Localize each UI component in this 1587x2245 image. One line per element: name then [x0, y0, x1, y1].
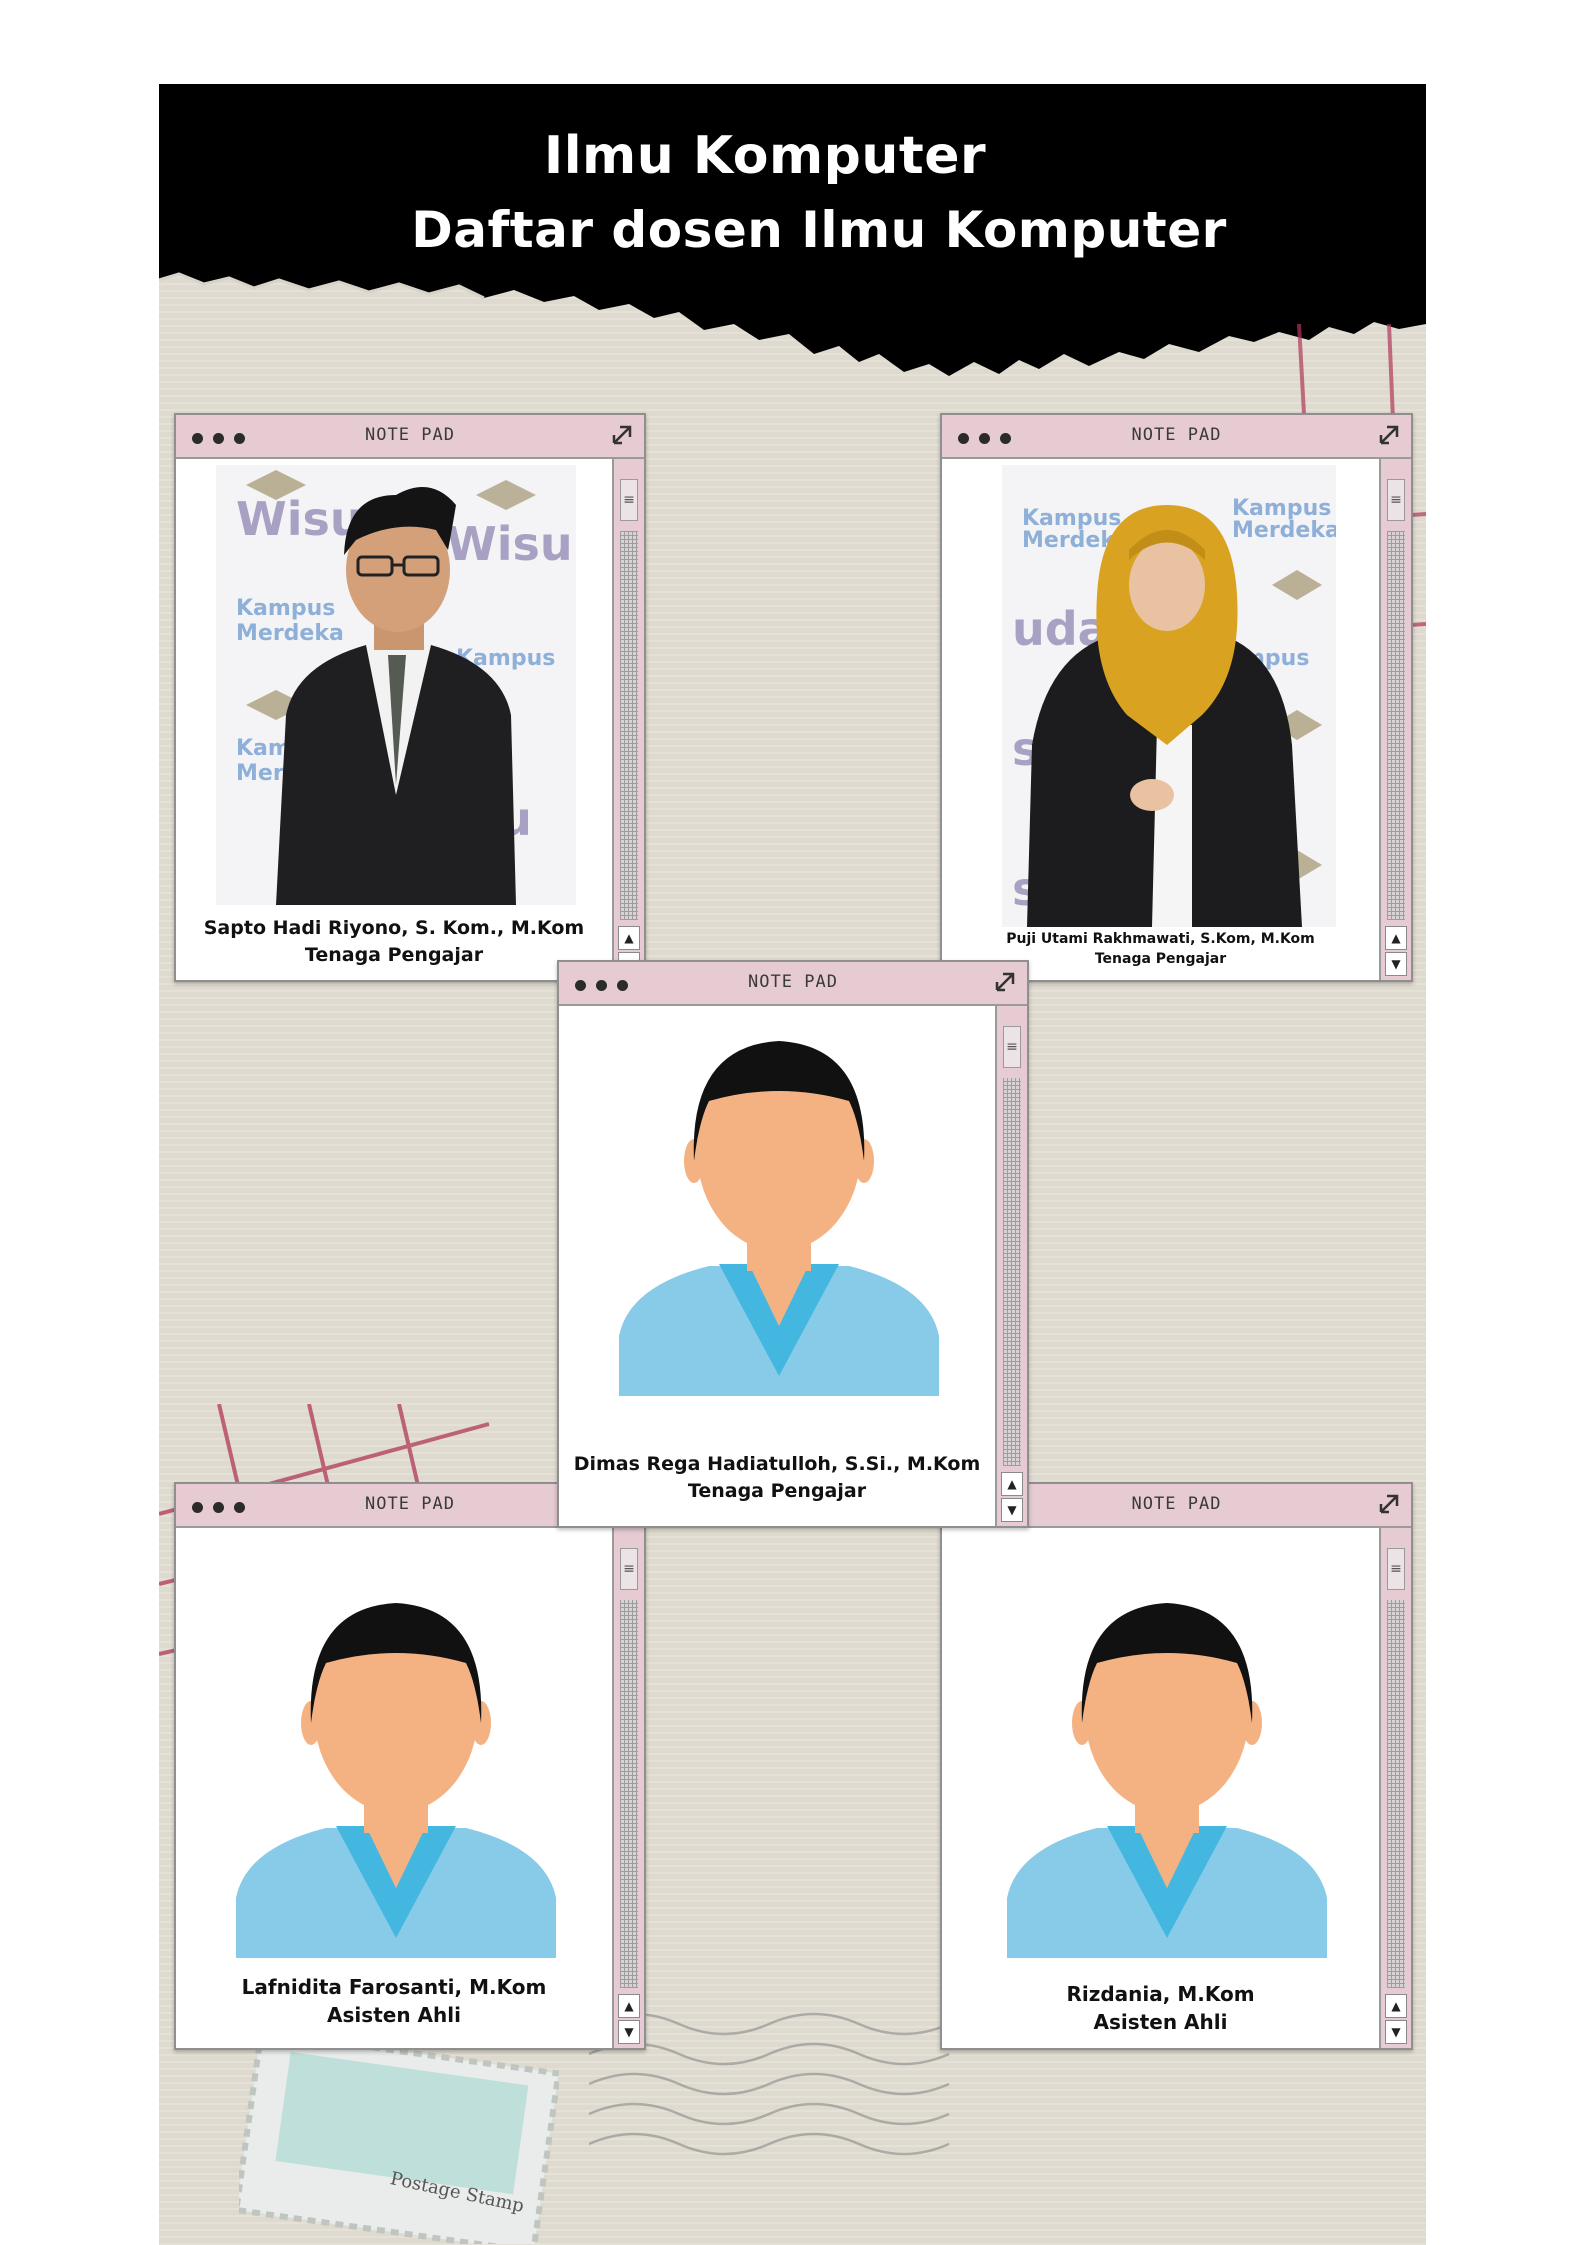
lecturer-photo: Kampus Merdeka Kampus Merdeka uda mpus s… — [1002, 465, 1336, 927]
vertical-scrollbar[interactable]: ≡ ▲ ▼ — [1379, 1528, 1411, 2048]
vertical-scrollbar[interactable]: ≡ ▲ ▼ — [612, 1528, 644, 2048]
notepad-window-3: NOTE PAD Dimas Rega Hadiatulloh, S.Si., … — [557, 960, 1029, 1528]
lecturer-role: Asisten Ahli — [327, 2003, 461, 2027]
svg-text:Wisu: Wisu — [236, 492, 363, 546]
window-title: NOTE PAD — [748, 972, 838, 992]
scrollbar-track[interactable] — [1003, 1078, 1021, 1466]
svg-text:Wisu: Wisu — [446, 517, 573, 571]
page-title: Ilmu Komputer — [543, 126, 987, 186]
lecturer-name: Dimas Rega Hadiatulloh, S.Si., M.Kom — [573, 1453, 981, 1475]
lecturer-name: Sapto Hadi Riyono, S. Kom., M.Kom — [203, 917, 585, 939]
notepad-window-2: NOTE PAD Kampus Merdeka Kampus Merdeka u… — [940, 413, 1413, 982]
expand-arrow-icon[interactable] — [991, 968, 1019, 996]
scrollbar-track[interactable] — [1387, 531, 1405, 920]
arrow-down-icon[interactable]: ▼ — [1001, 1498, 1023, 1522]
svg-text:Merdeka: Merdeka — [1232, 518, 1336, 543]
lecturer-caption: Sapto Hadi Riyono, S. Kom., M.Kom Tenaga… — [176, 915, 612, 968]
arrow-down-icon[interactable]: ▼ — [1385, 952, 1407, 976]
vertical-scrollbar[interactable]: ≡ ▲ ▼ — [995, 1006, 1027, 1526]
lecturer-caption: Lafnidita Farosanti, M.Kom Asisten Ahli — [176, 1973, 612, 2029]
expand-arrow-icon[interactable] — [608, 421, 636, 449]
window-title: NOTE PAD — [365, 425, 455, 445]
window-content: Rizdania, M.Kom Asisten Ahli — [942, 1528, 1379, 2048]
poster-page: Ilmu Komputer Daftar dosen Ilmu Komputer… — [159, 84, 1426, 2245]
page-subtitle: Daftar dosen Ilmu Komputer — [411, 201, 1227, 259]
expand-arrow-icon[interactable] — [1375, 421, 1403, 449]
window-title: NOTE PAD — [1131, 425, 1222, 445]
window-titlebar[interactable]: NOTE PAD — [942, 415, 1411, 459]
svg-text:Merdeka: Merdeka — [236, 621, 344, 646]
lecturer-caption: Rizdania, M.Kom Asisten Ahli — [942, 1980, 1379, 2036]
arrow-up-icon[interactable]: ▲ — [1385, 1994, 1407, 2018]
vertical-scrollbar[interactable]: ≡ ▲ ▼ — [1379, 459, 1411, 980]
lecturer-caption: Dimas Rega Hadiatulloh, S.Si., M.Kom Ten… — [559, 1451, 995, 1504]
lecturer-role: Asisten Ahli — [1093, 2010, 1228, 2034]
lecturer-photo: Wisu Wisu Kampus Merdeka Kampus Kampus M… — [216, 465, 576, 905]
grip-lines-icon[interactable]: ≡ — [620, 1548, 638, 1590]
window-titlebar[interactable]: NOTE PAD — [559, 962, 1027, 1006]
arrow-up-icon[interactable]: ▲ — [618, 926, 640, 950]
notepad-window-5: NOTE PAD Rizdania, M.Kom Asisten Ahli ≡ — [940, 1482, 1413, 2050]
postage-stamp: Postage Stamp — [232, 2028, 562, 2245]
scrollbar-track[interactable] — [1387, 1600, 1405, 1988]
avatar-placeholder-icon — [1007, 1603, 1327, 1958]
window-content: Kampus Merdeka Kampus Merdeka uda mpus s… — [942, 459, 1379, 980]
expand-arrow-icon[interactable] — [1375, 1490, 1403, 1518]
grip-lines-icon[interactable]: ≡ — [1387, 1548, 1405, 1590]
window-content: Wisu Wisu Kampus Merdeka Kampus Kampus M… — [176, 459, 612, 980]
vertical-scrollbar[interactable]: ≡ ▲ ▼ — [612, 459, 644, 980]
arrow-down-icon[interactable]: ▼ — [1385, 2020, 1407, 2044]
window-titlebar[interactable]: NOTE PAD — [176, 415, 644, 459]
avatar-placeholder-icon — [236, 1603, 556, 1958]
scrollbar-track[interactable] — [620, 531, 638, 920]
arrow-down-icon[interactable]: ▼ — [618, 2020, 640, 2044]
arrow-up-icon[interactable]: ▲ — [1001, 1472, 1023, 1496]
grip-lines-icon[interactable]: ≡ — [620, 479, 638, 521]
svg-text:Kampus: Kampus — [236, 596, 335, 621]
window-content: Dimas Rega Hadiatulloh, S.Si., M.Kom Ten… — [559, 1006, 995, 1526]
notepad-window-4: NOTE PAD Lafnidita Farosanti, M.Kom Asis… — [174, 1482, 646, 2050]
grip-lines-icon[interactable]: ≡ — [1387, 479, 1405, 521]
lecturer-name: Rizdania, M.Kom — [1066, 1982, 1255, 2006]
scrollbar-track[interactable] — [620, 1600, 638, 1988]
postmark-lines — [589, 2012, 950, 2156]
lecturer-name: Lafnidita Farosanti, M.Kom — [241, 1975, 547, 1999]
arrow-up-icon[interactable]: ▲ — [618, 1994, 640, 2018]
arrow-up-icon[interactable]: ▲ — [1385, 926, 1407, 950]
lecturer-role: Tenaga Pengajar — [687, 1479, 867, 1502]
lecturer-role: Tenaga Pengajar — [304, 943, 484, 966]
window-content: Lafnidita Farosanti, M.Kom Asisten Ahli — [176, 1528, 612, 2048]
notepad-window-1: NOTE PAD Wisu Wisu Kampus Merdeka Kampus… — [174, 413, 646, 982]
avatar-placeholder-icon — [619, 1041, 939, 1396]
lecturer-name: Puji Utami Rakhmawati, S.Kom, M.Kom — [1006, 931, 1315, 947]
grip-lines-icon[interactable]: ≡ — [1003, 1026, 1021, 1068]
